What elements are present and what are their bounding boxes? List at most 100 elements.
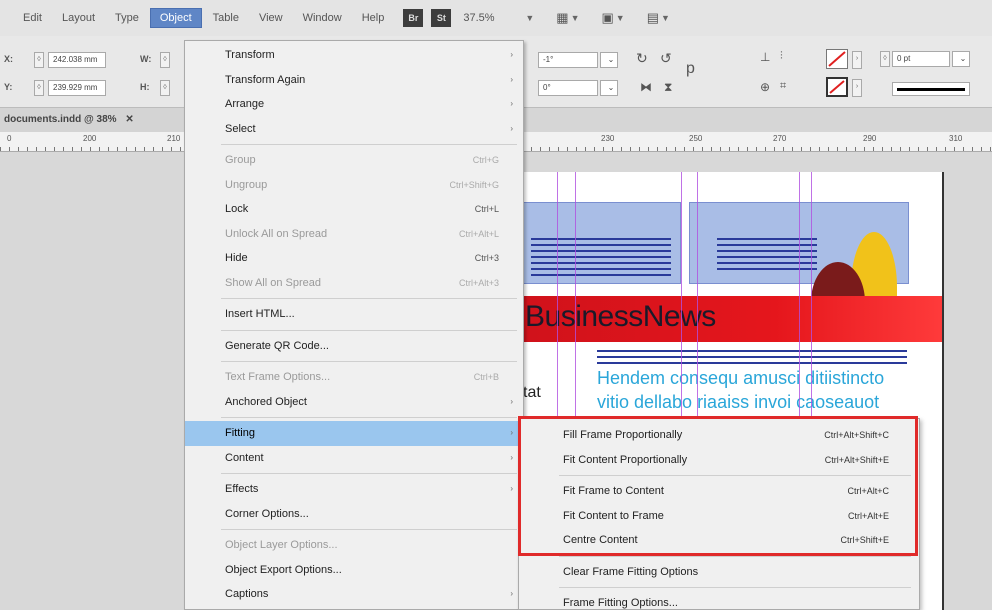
side-text: tat [523, 384, 541, 401]
menu-separator [221, 473, 517, 474]
chevron-right-icon: › [510, 396, 513, 406]
menu-separator [221, 298, 517, 299]
shear-field[interactable]: 0° [538, 80, 598, 96]
menu-item-label: Content [225, 451, 264, 464]
menu-view[interactable]: View [250, 9, 292, 27]
menu-item-label: Unlock All on Spread [225, 227, 328, 240]
menu-type[interactable]: Type [106, 9, 148, 27]
menu-item-hide[interactable]: Hide Ctrl+3 [185, 246, 523, 271]
rotate-cw-icon[interactable]: ↻ [636, 50, 648, 67]
submenu-item-label: Fit Frame to Content [563, 485, 664, 497]
reference-point-icon[interactable]: ⊕ [760, 80, 770, 94]
y-stepper[interactable]: ◊ [34, 80, 44, 96]
h-label: H: [140, 82, 150, 92]
shear-dropdown[interactable]: ⌄ [600, 80, 618, 96]
stroke-line-preview [897, 88, 965, 91]
view-options-icon[interactable]: ▦ [556, 10, 568, 26]
submenu-item-shortcut: Ctrl+Alt+Shift+E [824, 454, 889, 465]
menu-object[interactable]: Object [149, 8, 202, 28]
no-fill-icon [828, 51, 846, 67]
fill-dropdown[interactable]: › [852, 51, 862, 69]
close-icon[interactable]: ✕ [125, 114, 133, 125]
ruler-tick: 230 [600, 134, 616, 143]
submenu-item-centre-content[interactable]: Centre Content Ctrl+Shift+E [519, 528, 919, 553]
menu-item-content[interactable]: Content › [185, 446, 523, 471]
chevron-right-icon: › [510, 589, 513, 598]
menu-item-fitting[interactable]: Fitting › [185, 421, 523, 446]
menu-item-lock[interactable]: Lock Ctrl+L [185, 197, 523, 222]
chevron-down-icon[interactable]: ▼ [616, 13, 625, 23]
zoom-level[interactable]: 37.5% [463, 12, 523, 24]
rotation-field[interactable]: -1° [538, 52, 598, 68]
menu-item-show-all-on-spread: Show All on Spread Ctrl+Alt+3 [185, 271, 523, 296]
y-label: Y: [4, 82, 13, 92]
menu-item-generate-qr-code[interactable]: Generate QR Code... [185, 334, 523, 359]
menu-item-anchored-object[interactable]: Anchored Object › [185, 390, 523, 415]
fill-swatch[interactable] [826, 49, 848, 69]
menu-help[interactable]: Help [353, 9, 394, 27]
chevron-down-icon[interactable]: ▼ [661, 13, 670, 23]
menu-separator [221, 144, 517, 145]
stroke-weight-dropdown[interactable]: ⌄ [952, 51, 970, 67]
menu-item-captions[interactable]: Captions › [185, 582, 523, 607]
ruler-tick: 210 [166, 134, 182, 143]
ruler-tick: 290 [862, 134, 878, 143]
flip-vertical-icon[interactable]: ⧗ [664, 80, 672, 95]
w-stepper[interactable]: ◊ [160, 52, 170, 68]
chevron-down-icon[interactable]: ▼ [525, 13, 534, 23]
flip-horizontal-icon[interactable]: ⧓ [640, 80, 652, 94]
rotate-ccw-icon[interactable]: ↺ [660, 50, 672, 67]
h-stepper[interactable]: ◊ [160, 80, 170, 96]
stock-icon[interactable]: St [431, 9, 452, 27]
text-wrap-icon[interactable]: ⌗ [780, 80, 786, 93]
bridge-icon[interactable]: Br [403, 9, 424, 27]
arrange-documents-icon[interactable]: ▤ [647, 10, 659, 26]
select-container-icon[interactable]: p [686, 60, 695, 78]
menu-window[interactable]: Window [294, 9, 351, 27]
distribute-icon[interactable]: ⫶ [780, 50, 783, 63]
align-icon[interactable]: ⊥ [760, 50, 770, 64]
menu-item-label: Generate QR Code... [225, 339, 329, 352]
w-label: W: [140, 54, 152, 64]
stroke-swatch[interactable] [826, 77, 848, 97]
y-field[interactable]: 239.929 mm [48, 80, 106, 96]
menu-item-shortcut: Ctrl+Shift+G [449, 179, 499, 190]
menu-item-transform-again[interactable]: Transform Again › [185, 68, 523, 93]
menu-item-select[interactable]: Select › [185, 117, 523, 142]
menu-item-arrange[interactable]: Arrange › [185, 92, 523, 117]
menu-item-insert-html[interactable]: Insert HTML... [185, 302, 523, 327]
menu-item-label: Transform [225, 49, 275, 61]
menu-item-effects[interactable]: Effects › [185, 477, 523, 502]
submenu-item-fit-content-proportionally[interactable]: Fit Content Proportionally Ctrl+Alt+Shift… [519, 448, 919, 473]
menu-item-label: Anchored Object [225, 395, 307, 408]
stroke-weight-stepper[interactable]: ◊ [880, 51, 890, 67]
rotation-dropdown[interactable]: ⌄ [600, 52, 618, 68]
submenu-item-fill-frame-proportionally[interactable]: Fill Frame Proportionally Ctrl+Alt+Shift+… [519, 423, 919, 448]
submenu-item-clear-frame-fitting-options[interactable]: Clear Frame Fitting Options [519, 560, 919, 585]
menu-item-shortcut: Ctrl+3 [474, 253, 499, 263]
stroke-type-select[interactable] [892, 82, 970, 96]
submenu-item-fit-frame-to-content[interactable]: Fit Frame to Content Ctrl+Alt+C [519, 479, 919, 504]
menu-edit[interactable]: Edit [14, 9, 51, 27]
stroke-weight-field[interactable]: 0 pt [892, 51, 950, 67]
chevron-right-icon: › [510, 99, 513, 108]
x-stepper[interactable]: ◊ [34, 52, 44, 68]
submenu-item-frame-fitting-options[interactable]: Frame Fitting Options... [519, 591, 919, 610]
submenu-item-fit-content-to-frame[interactable]: Fit Content to Frame Ctrl+Alt+E [519, 504, 919, 529]
menu-item-object-export-options[interactable]: Object Export Options... [185, 558, 523, 583]
menu-item-transform[interactable]: Transform › [185, 43, 523, 68]
document-tab[interactable]: documents.indd @ 38% ✕ [0, 108, 185, 132]
menu-table[interactable]: Table [204, 9, 248, 27]
menu-separator [559, 587, 911, 588]
screen-mode-icon[interactable]: ▣ [602, 10, 614, 26]
menu-item-group: Group Ctrl+G [185, 148, 523, 173]
headline: Hendem consequ amusci ditiistincto [597, 368, 885, 388]
menu-item-corner-options[interactable]: Corner Options... [185, 502, 523, 527]
menu-layout[interactable]: Layout [53, 9, 104, 27]
stroke-dropdown[interactable]: › [852, 79, 862, 97]
body-text [597, 350, 907, 368]
menu-bar: Edit Layout Type Object Table View Windo… [0, 0, 992, 36]
chevron-down-icon[interactable]: ▼ [571, 13, 580, 23]
x-field[interactable]: 242.038 mm [48, 52, 106, 68]
submenu-item-label: Fit Content Proportionally [563, 453, 688, 466]
